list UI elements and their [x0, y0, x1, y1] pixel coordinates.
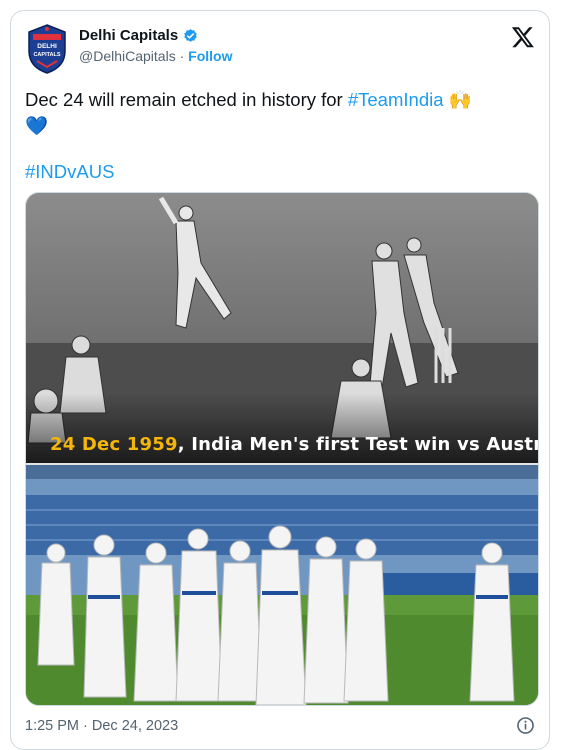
author-names: Delhi Capitals @DelhiCapitals · Follow: [79, 27, 232, 65]
handle-separator: ·: [175, 48, 189, 64]
caption-date: 24 Dec 1959: [50, 434, 178, 455]
verified-badge-icon: [184, 28, 197, 42]
tweet-header: DELHI CAPITALS Delhi Capitals @DelhiCapi…: [25, 21, 535, 77]
tweet-text-part1: Dec 24 will remain etched in history for: [25, 89, 348, 110]
hashtag-teamindia[interactable]: #TeamIndia: [348, 89, 444, 110]
logo-text-delhi: DELHI: [37, 43, 57, 50]
info-icon[interactable]: [516, 716, 535, 735]
delhi-capitals-logo[interactable]: DELHI CAPITALS: [25, 23, 69, 75]
x-logo-icon[interactable]: [511, 25, 535, 49]
blue-heart-emoji: 💙: [25, 116, 49, 137]
raising-hands-emoji: 🙌: [448, 90, 472, 111]
caption-text: , India Men's first Test win vs Australi…: [178, 434, 539, 455]
author-handle[interactable]: @DelhiCapitals: [79, 48, 176, 64]
photo-women-team-celebration: [26, 465, 538, 705]
tweet-text: Dec 24 will remain etched in history for…: [25, 87, 535, 184]
author-display-name[interactable]: Delhi Capitals: [79, 27, 178, 45]
hashtag-indvaus[interactable]: #INDvAUS: [25, 161, 114, 182]
tweet-media-image[interactable]: 24 Dec 1959, India Men's first Test win …: [25, 192, 539, 706]
tweet-timestamp[interactable]: 1:25 PM · Dec 24, 2023: [25, 718, 178, 734]
photo-1959-cricket-match: 24 Dec 1959, India Men's first Test win …: [26, 193, 539, 463]
logo-text-capitals: CAPITALS: [33, 52, 60, 58]
tweet-card: DELHI CAPITALS Delhi Capitals @DelhiCapi…: [10, 10, 550, 750]
follow-button[interactable]: Follow: [188, 48, 232, 64]
svg-text:24 Dec 1959, India Men's first: 24 Dec 1959, India Men's first Test win …: [50, 434, 539, 455]
